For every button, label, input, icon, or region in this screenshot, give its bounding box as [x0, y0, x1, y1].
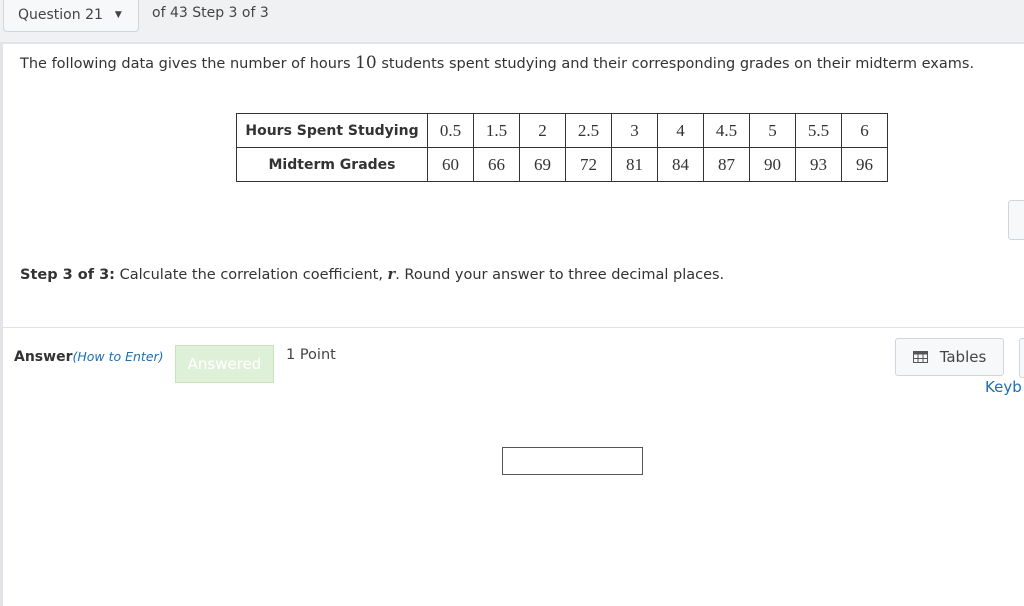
table-cell: 5 — [749, 113, 796, 148]
row-header: Hours Spent Studying — [236, 113, 428, 148]
how-to-enter-link[interactable]: (How to Enter) — [72, 349, 163, 364]
table-cell: 0.5 — [427, 113, 474, 148]
table-cell: 1.5 — [473, 113, 520, 148]
table-cell: 4.5 — [703, 113, 750, 148]
table-cell: 69 — [519, 147, 566, 182]
table-cell: 2 — [519, 113, 566, 148]
table-cell: 5.5 — [795, 113, 842, 148]
data-table: Hours Spent Studying 0.5 1.5 2 2.5 3 4 4.5 5 5.5 6… — [236, 113, 888, 182]
caret-down-icon: ▼ — [114, 10, 122, 20]
table-cell: 4 — [657, 113, 704, 148]
table-row: Midterm Grades 60 66 69 72 81 84 87 90 93 96 — [236, 147, 888, 182]
left-border — [0, 44, 3, 606]
tables-button[interactable]: Tables — [895, 338, 1004, 376]
question-label: Question 21 — [18, 7, 103, 23]
question-text: The following data gives the number of h… — [20, 53, 975, 73]
side-button[interactable] — [1008, 200, 1024, 240]
table-cell: 84 — [657, 147, 704, 182]
table-cell: 60 — [427, 147, 474, 182]
table-cell: 6 — [841, 113, 888, 148]
divider — [3, 327, 1024, 328]
top-bar: Question 21 ▼ of 43 Step 3 of 3 — [0, 0, 1024, 44]
table-cell: 96 — [841, 147, 888, 182]
keyboard-button[interactable] — [1019, 338, 1024, 378]
table-cell: 3 — [611, 113, 658, 148]
table-cell: 66 — [473, 147, 520, 182]
table-row: Hours Spent Studying 0.5 1.5 2 2.5 3 4 4.5 5 5.5 6 — [236, 113, 888, 148]
answered-badge: Answered — [175, 345, 274, 383]
question-dropdown[interactable]: Question 21 ▼ — [3, 0, 139, 32]
answer-input[interactable] — [502, 447, 643, 475]
points-label: 1 Point — [286, 347, 336, 363]
answer-label: Answer(How to Enter) — [14, 349, 164, 365]
keyboard-link[interactable]: Keyb — [985, 378, 1022, 396]
table-cell: 2.5 — [565, 113, 612, 148]
table-cell: 87 — [703, 147, 750, 182]
table-cell: 81 — [611, 147, 658, 182]
question-progress: of 43 Step 3 of 3 — [152, 5, 269, 21]
table-cell: 93 — [795, 147, 842, 182]
table-cell: 72 — [565, 147, 612, 182]
step-instruction: Step 3 of 3: Calculate the correlation c… — [20, 266, 725, 283]
row-header: Midterm Grades — [236, 147, 428, 182]
table-grid-icon — [912, 351, 928, 363]
table-cell: 90 — [749, 147, 796, 182]
